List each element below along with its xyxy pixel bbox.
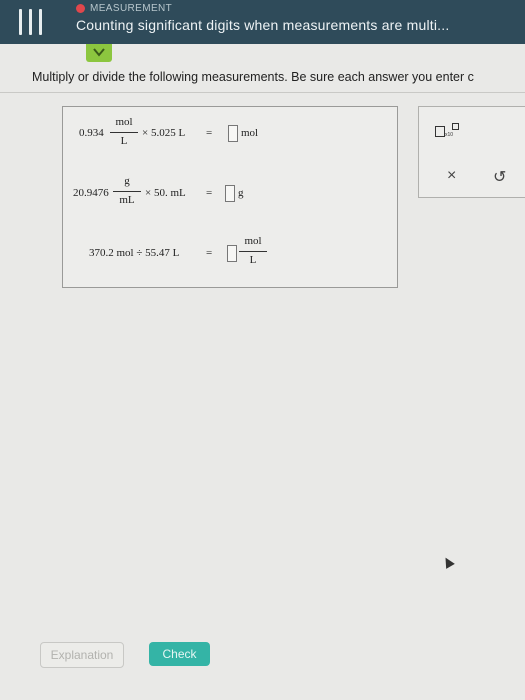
exponent-box-icon [452, 123, 459, 130]
p1-answer-unit: mol [241, 127, 259, 139]
mouse-pointer-icon [441, 555, 455, 569]
instruction-text: Multiply or divide the following measure… [32, 70, 474, 84]
p1-operation: × 5.025 L [142, 127, 186, 139]
p1-unit-den: L [120, 135, 128, 147]
p2-operation: × 50. mL [145, 187, 186, 199]
p1-fraction: mol L [110, 116, 138, 149]
p2-answer-unit: g [238, 187, 244, 199]
answer-workspace: 0.934 mol L × 5.025 L = mol 20.9476 g mL… [62, 106, 398, 288]
topic-label: MEASUREMENT [90, 2, 173, 14]
p2-fraction: g mL [113, 175, 141, 208]
p3-answer-input[interactable] [227, 245, 237, 262]
topic-row: MEASUREMENT [76, 1, 172, 15]
divider [0, 92, 525, 93]
base-box-icon [435, 126, 445, 137]
assignment-title: Counting significant digits when measure… [76, 17, 450, 33]
scientific-notation-button[interactable]: x10 [435, 123, 461, 139]
p1-answer-input[interactable] [228, 125, 238, 142]
math-toolbox: x10 × ↺ [418, 106, 525, 198]
explanation-button[interactable]: Explanation [40, 642, 124, 668]
menu-icon[interactable] [18, 9, 44, 35]
p3-unit-num: mol [244, 235, 262, 247]
clear-button[interactable]: × [447, 167, 456, 185]
topic-status-icon [76, 3, 85, 13]
p2-answer-input[interactable] [225, 185, 235, 202]
p2-unit-den: mL [119, 194, 135, 206]
p1-equals: = [206, 127, 213, 139]
p2-unit-num: g [124, 175, 130, 187]
p3-unit-den: L [249, 254, 257, 266]
p3-answer-unit: mol L [239, 235, 267, 268]
p1-left-value: 0.934 [79, 127, 104, 139]
x10-label: x10 [445, 132, 454, 138]
p1-unit-num: mol [115, 116, 133, 128]
undo-button[interactable]: ↺ [493, 167, 506, 187]
chevron-down-icon [93, 48, 105, 57]
p3-equals: = [206, 247, 213, 259]
p2-left-value: 20.9476 [73, 187, 109, 199]
p3-expression: 370.2 mol ÷ 55.47 L [89, 247, 180, 259]
check-button[interactable]: Check [149, 642, 210, 666]
top-bar: MEASUREMENT Counting significant digits … [0, 0, 525, 44]
p2-equals: = [206, 187, 213, 199]
collapse-toggle[interactable] [86, 44, 112, 62]
